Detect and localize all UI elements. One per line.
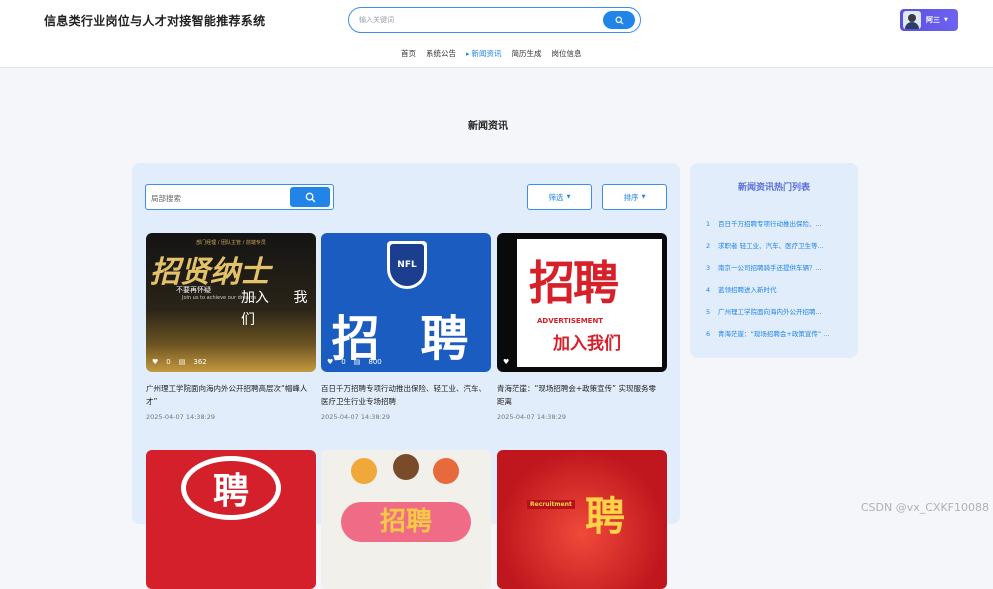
local-search-box[interactable] bbox=[145, 184, 334, 210]
image-text-sub: 加入 我们 bbox=[241, 287, 311, 331]
hot-news-rank: 1 bbox=[706, 213, 718, 235]
user-name: 阿三 bbox=[926, 15, 940, 25]
image-text-main: 招聘 bbox=[529, 247, 617, 313]
news-card-title[interactable]: 百日千万招聘专项行动推出保险、轻工业、汽车、医疗卫生行业专场招聘 bbox=[321, 382, 486, 408]
news-card[interactable]: 聘 bbox=[146, 450, 316, 589]
avatar bbox=[903, 11, 921, 29]
user-menu-button[interactable]: 阿三 ▼ bbox=[900, 9, 958, 31]
hot-news-text[interactable]: 南京一公司招聘骑手还提供车辆？... bbox=[718, 257, 846, 279]
search-icon bbox=[615, 16, 624, 25]
image-text-en: Recruitment bbox=[527, 500, 575, 509]
news-card-title[interactable]: 广州理工学院面向海内外公开招聘高层次“帽峰人才” bbox=[146, 382, 311, 408]
hot-news-item[interactable]: 5广州理工学院面向海内外公开招聘... bbox=[706, 301, 846, 323]
search-icon bbox=[305, 192, 316, 203]
hot-news-rank: 6 bbox=[706, 323, 718, 345]
image-text-main: 聘 bbox=[181, 456, 281, 520]
page-title: 新闻资讯 bbox=[0, 117, 976, 132]
chevron-down-icon: ▼ bbox=[567, 194, 571, 200]
nav-item-home[interactable]: 首页 bbox=[401, 48, 416, 59]
local-search-button[interactable] bbox=[290, 187, 330, 207]
like-count: 0 bbox=[517, 358, 521, 366]
filter-label: 筛选 bbox=[549, 192, 564, 203]
news-card[interactable]: NFL 招 聘 ♥0 ▤800 百日千万招聘专项行动推出保险、轻工业、汽车、医疗… bbox=[321, 233, 491, 421]
news-card-image[interactable]: NFL 招 聘 ♥0 ▤800 bbox=[321, 233, 491, 372]
news-card-date: 2025-04-07 14:38:29 bbox=[497, 413, 667, 421]
nfl-logo-text: NFL bbox=[390, 244, 424, 286]
heart-icon: ♥ bbox=[152, 358, 158, 366]
comment-count: 15 bbox=[544, 358, 553, 366]
nav-item-resume[interactable]: 简历生成 bbox=[512, 48, 542, 59]
like-count: 0 bbox=[341, 358, 345, 366]
card-stats: ♥ 0 ▤ 362 bbox=[152, 358, 207, 366]
hot-news-rank: 5 bbox=[706, 301, 718, 323]
chevron-down-icon: ▼ bbox=[642, 194, 646, 200]
hot-news-rank: 4 bbox=[706, 279, 718, 301]
comment-count: 800 bbox=[368, 358, 381, 366]
comment-icon: ▤ bbox=[530, 358, 537, 366]
like-count: 0 bbox=[166, 358, 170, 366]
filter-button[interactable]: 筛选▼ bbox=[527, 184, 592, 210]
hot-news-text[interactable]: 百日千万招聘专项行动推出保险、... bbox=[718, 213, 846, 235]
comment-icon: ▤ bbox=[354, 358, 361, 366]
hot-news-rank: 2 bbox=[706, 235, 718, 257]
hot-news-panel: 新闻资讯热门列表 1百日千万招聘专项行动推出保险、... 2求职者 轻工业、汽车… bbox=[690, 163, 858, 358]
card-stats: ♥ 0 ▤ 15 bbox=[503, 358, 553, 366]
hot-news-item[interactable]: 1百日千万招聘专项行动推出保险、... bbox=[706, 213, 846, 235]
sort-label: 排序 bbox=[624, 192, 639, 203]
news-card-image[interactable]: 聘 bbox=[146, 450, 316, 589]
hot-news-text[interactable]: 青海茫崖：“现场招聘会+政策宣传” ... bbox=[718, 323, 846, 345]
hot-news-list: 1百日千万招聘专项行动推出保险、... 2求职者 轻工业、汽车、医疗卫生等...… bbox=[706, 213, 846, 345]
heart-icon: ♥ bbox=[503, 358, 509, 366]
nav-item-jobs[interactable]: 岗位信息 bbox=[552, 48, 582, 59]
news-card-image[interactable]: 招聘 bbox=[321, 450, 491, 589]
news-card[interactable]: 招聘 ADVERTISEMENT 加入我们 ♥ 0 ▤ 15 青海茫崖：“现场招聘会… bbox=[497, 233, 667, 421]
image-text-mid: 不要再怀疑 bbox=[176, 285, 211, 295]
chevron-down-icon: ▼ bbox=[944, 17, 948, 23]
hot-news-item[interactable]: 3南京一公司招聘骑手还提供车辆？... bbox=[706, 257, 846, 279]
hot-news-item[interactable]: 2求职者 轻工业、汽车、医疗卫生等... bbox=[706, 235, 846, 257]
news-card[interactable]: Recruitment 聘 bbox=[497, 450, 667, 589]
watermark: CSDN @vx_CXKF10088 bbox=[861, 501, 989, 514]
sort-button[interactable]: 排序▼ bbox=[602, 184, 667, 210]
comment-count: 362 bbox=[193, 358, 206, 366]
global-search-button[interactable] bbox=[603, 11, 635, 29]
news-card-date: 2025-04-07 14:38:29 bbox=[146, 413, 316, 421]
image-text-sub: 加入我们 bbox=[553, 329, 621, 354]
nav-item-news[interactable]: 新闻资讯 bbox=[466, 48, 502, 59]
nfl-logo: NFL bbox=[387, 241, 427, 289]
image-text-top: 部门经理 / 团队主管 / 前端专员 bbox=[146, 239, 316, 246]
image-text-en: ADVERTISEMENT bbox=[537, 317, 603, 325]
top-header: 信息类行业岗位与人才对接智能推荐系统 阿三 ▼ 首页 系统公告 新闻资讯 简历生… bbox=[0, 0, 993, 68]
global-search-input[interactable] bbox=[359, 12, 589, 28]
hot-news-item[interactable]: 6青海茫崖：“现场招聘会+政策宣传” ... bbox=[706, 323, 846, 345]
hot-news-rank: 3 bbox=[706, 257, 718, 279]
cartoon-head bbox=[393, 454, 419, 480]
news-card-date: 2025-04-07 14:38:29 bbox=[321, 413, 491, 421]
cartoon-head bbox=[351, 458, 377, 484]
main-nav: 首页 系统公告 新闻资讯 简历生成 岗位信息 bbox=[401, 48, 582, 59]
global-search-box[interactable] bbox=[348, 7, 641, 33]
news-card-image[interactable]: Recruitment 聘 bbox=[497, 450, 667, 589]
news-card-image[interactable]: 部门经理 / 团队主管 / 前端专员 招贤纳士 不要再怀疑 Join us to… bbox=[146, 233, 316, 372]
heart-icon: ♥ bbox=[327, 358, 333, 366]
news-card-image[interactable]: 招聘 ADVERTISEMENT 加入我们 ♥ 0 ▤ 15 bbox=[497, 233, 667, 372]
hot-news-text[interactable]: 蓝领招聘进入新时代 bbox=[718, 279, 846, 301]
nav-item-announcements[interactable]: 系统公告 bbox=[426, 48, 456, 59]
news-card-title[interactable]: 青海茫崖：“现场招聘会+政策宣传” 实现服务零距离 bbox=[497, 382, 662, 408]
news-card[interactable]: 部门经理 / 团队主管 / 前端专员 招贤纳士 不要再怀疑 Join us to… bbox=[146, 233, 316, 421]
hot-news-text[interactable]: 求职者 轻工业、汽车、医疗卫生等... bbox=[718, 235, 846, 257]
hot-news-text[interactable]: 广州理工学院面向海内外公开招聘... bbox=[718, 301, 846, 323]
cartoon-head bbox=[433, 458, 459, 484]
local-search-input[interactable] bbox=[151, 191, 286, 205]
hot-news-title: 新闻资讯热门列表 bbox=[690, 180, 858, 193]
news-card[interactable]: 招聘 bbox=[321, 450, 491, 589]
image-text-main: 聘 bbox=[585, 484, 625, 542]
hot-news-item[interactable]: 4蓝领招聘进入新时代 bbox=[706, 279, 846, 301]
card-stats: ♥ 0 ▤ 800 bbox=[327, 358, 382, 366]
comment-icon: ▤ bbox=[179, 358, 186, 366]
image-text-main: 招聘 bbox=[341, 502, 471, 542]
site-title: 信息类行业岗位与人才对接智能推荐系统 bbox=[44, 12, 265, 29]
